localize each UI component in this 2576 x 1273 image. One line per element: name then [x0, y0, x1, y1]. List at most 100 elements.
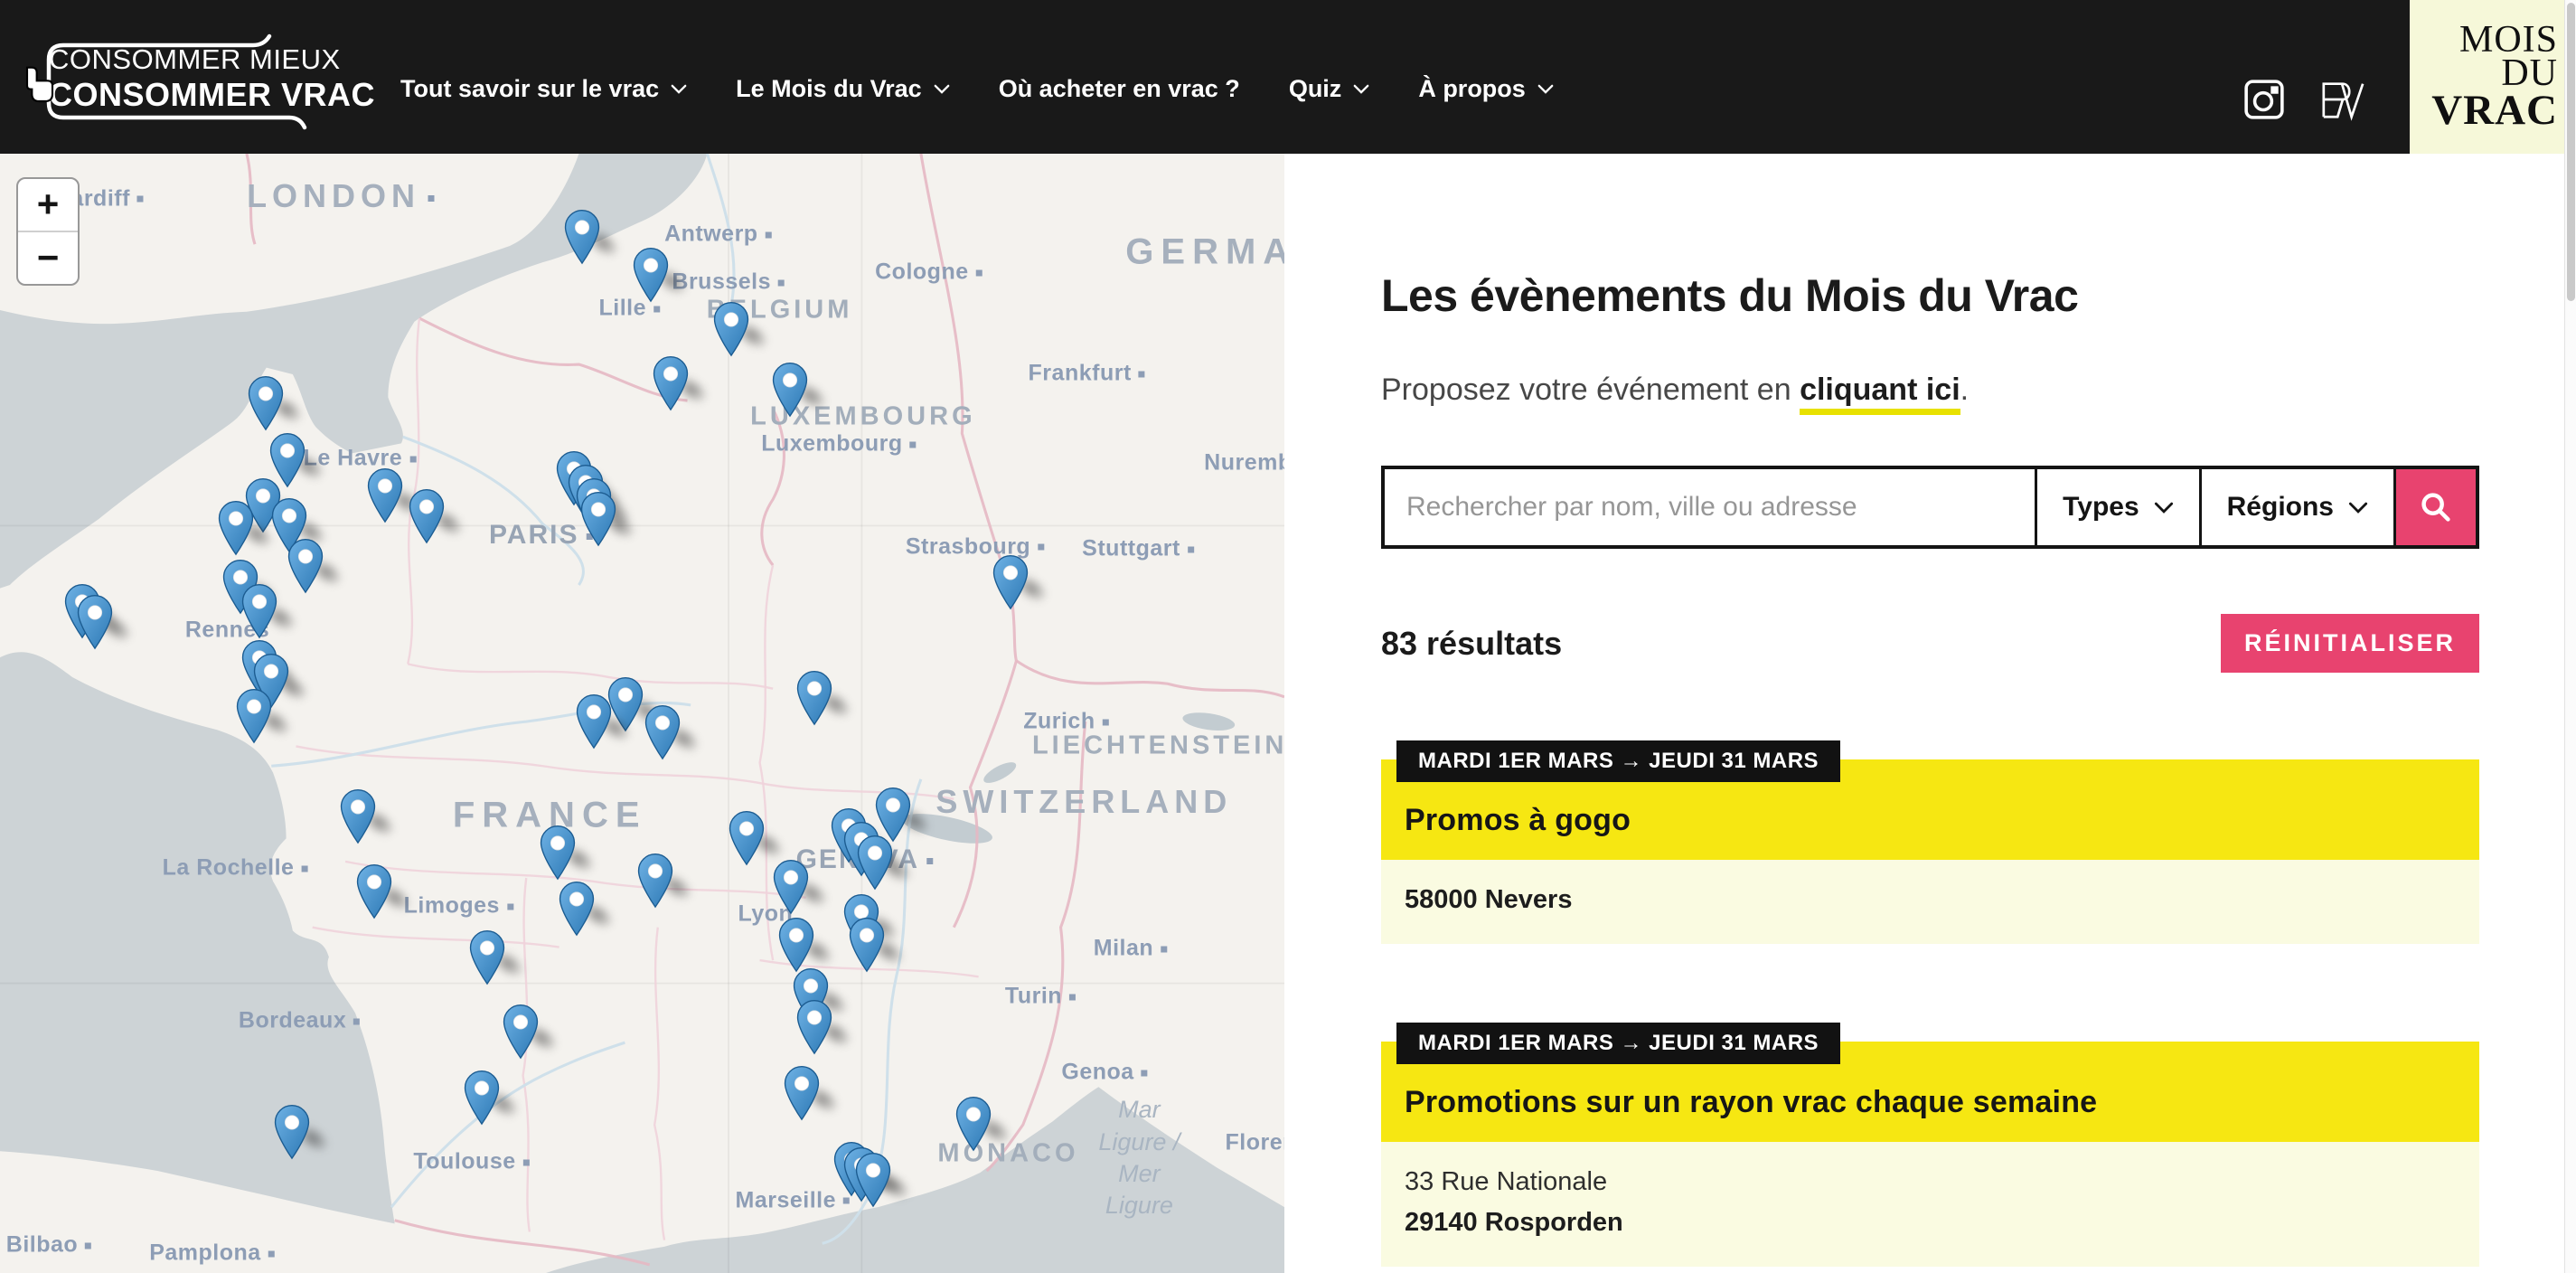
search-input[interactable]	[1385, 469, 2035, 545]
event-title: Promos à gogo	[1405, 803, 2456, 838]
nav-item-0[interactable]: Tout savoir sur le vrac	[400, 75, 687, 103]
nav-item-1[interactable]: Le Mois du Vrac	[736, 75, 950, 103]
results-row: 83 résultats RÉINITIALISER	[1381, 614, 2479, 673]
chevron-down-icon	[671, 84, 687, 94]
event-address-line: 33 Rue Nationale	[1405, 1167, 2456, 1197]
map-pin[interactable]	[540, 825, 576, 881]
page-title: Les évènements du Mois du Vrac	[1381, 269, 2479, 322]
nav-item-2[interactable]: Où acheter en vrac ?	[999, 75, 1240, 103]
map-pin[interactable]	[236, 687, 272, 743]
map-pin[interactable]	[559, 880, 595, 936]
event-card-body: 58000 Nevers	[1381, 860, 2479, 944]
propose-event-link[interactable]: cliquant ici	[1800, 372, 1960, 415]
site-logo[interactable]: CONSOMMER MIEUX CONSOMMER VRAC	[27, 25, 334, 130]
regions-dropdown-label: Régions	[2227, 492, 2334, 523]
reset-filters-button[interactable]: RÉINITIALISER	[2221, 614, 2479, 673]
map-pin[interactable]	[713, 301, 749, 357]
propose-event-suffix: .	[1960, 372, 1969, 407]
nav-item-label: Tout savoir sur le vrac	[400, 75, 659, 103]
search-submit-button[interactable]	[2393, 469, 2476, 545]
map-pin[interactable]	[469, 929, 505, 985]
mois-du-vrac-badge[interactable]: MOIS DU VRAC	[2410, 0, 2576, 154]
badge-line2: DU	[2501, 57, 2558, 90]
types-dropdown[interactable]: Types	[2035, 469, 2198, 545]
map-pin[interactable]	[729, 809, 765, 865]
mouse-cursor	[20, 65, 56, 105]
event-title: Promotions sur un rayon vrac chaque sema…	[1405, 1085, 2456, 1120]
event-date-badge: MARDI 1ER MARS → JEUDI 31 MARS	[1396, 740, 1840, 782]
logo-line2: CONSOMMER VRAC	[49, 76, 375, 114]
event-card[interactable]: MARDI 1ER MARS → JEUDI 31 MARS Promos à …	[1381, 759, 2479, 944]
map-pin[interactable]	[576, 693, 612, 750]
chevron-down-icon	[1353, 84, 1369, 94]
event-date-badge: MARDI 1ER MARS → JEUDI 31 MARS	[1396, 1023, 1840, 1064]
map-pin[interactable]	[218, 499, 254, 555]
map-pin[interactable]	[464, 1070, 500, 1126]
reseau-vrac-icon[interactable]	[2319, 78, 2366, 121]
badge-line3: VRAC	[2431, 90, 2558, 131]
map-pin[interactable]	[367, 467, 403, 523]
map-pin[interactable]	[778, 917, 814, 973]
instagram-icon[interactable]	[2243, 79, 2285, 120]
event-card-body: 33 Rue Nationale 29140 Rosporden	[1381, 1142, 2479, 1267]
map-pin[interactable]	[580, 491, 616, 547]
regions-dropdown[interactable]: Régions	[2199, 469, 2393, 545]
map-pin[interactable]	[241, 583, 277, 639]
nav-item-4[interactable]: À propos	[1418, 75, 1554, 103]
nav-item-3[interactable]: Quiz	[1289, 75, 1370, 103]
map-zoom-control: + −	[16, 177, 80, 286]
map-pin[interactable]	[287, 538, 324, 594]
events-map[interactable]: LONDONCardiffAntwerpBrusselsLilleBELGIUM…	[0, 154, 1284, 1273]
header-social-icons	[2243, 78, 2366, 121]
logo-line1: CONSOMMER MIEUX	[49, 43, 341, 76]
page-scrollbar[interactable]	[2564, 0, 2576, 1273]
map-pin[interactable]	[274, 1104, 310, 1160]
event-address-line: 29140 Rosporden	[1405, 1208, 2456, 1238]
map-pin[interactable]	[77, 593, 113, 649]
chevron-down-icon	[2154, 502, 2174, 514]
map-pin[interactable]	[796, 670, 832, 726]
zoom-out-button[interactable]: −	[18, 231, 78, 284]
map-pin[interactable]	[248, 375, 284, 431]
map-pin[interactable]	[773, 859, 809, 915]
map-pin[interactable]	[637, 852, 673, 908]
chevron-down-icon	[2348, 502, 2368, 514]
search-icon	[2419, 490, 2453, 524]
events-panel: Les évènements du Mois du Vrac Proposez …	[1284, 154, 2576, 1273]
top-navigation-bar: CONSOMMER MIEUX CONSOMMER VRAC Tout savo…	[0, 0, 2576, 154]
nav-item-label: À propos	[1418, 75, 1526, 103]
map-pin[interactable]	[564, 209, 600, 265]
map-pin[interactable]	[855, 1152, 891, 1208]
map-pin[interactable]	[784, 1065, 820, 1121]
map-pin[interactable]	[356, 863, 392, 919]
chevron-down-icon	[934, 84, 950, 94]
nav-item-label: Quiz	[1289, 75, 1342, 103]
chevron-down-icon	[1537, 84, 1554, 94]
map-pin[interactable]	[772, 362, 808, 418]
scrollbar-thumb[interactable]	[2567, 3, 2575, 301]
zoom-in-button[interactable]: +	[18, 179, 78, 231]
nav-item-label: Le Mois du Vrac	[736, 75, 922, 103]
map-pin[interactable]	[955, 1096, 992, 1152]
main-nav: Tout savoir sur le vrac Le Mois du Vrac Où…	[400, 0, 1554, 154]
search-bar: Types Régions	[1381, 466, 2479, 549]
nav-item-label: Où acheter en vrac ?	[999, 75, 1240, 103]
map-pin[interactable]	[796, 999, 832, 1055]
propose-event-prefix: Proposez votre événement en	[1381, 372, 1800, 407]
map-pin[interactable]	[340, 788, 376, 844]
map-pins-layer	[0, 154, 1284, 1273]
map-pin[interactable]	[633, 247, 669, 303]
map-pin[interactable]	[644, 704, 681, 760]
propose-event-text: Proposez votre événement en cliquant ici…	[1381, 372, 2479, 408]
map-pin[interactable]	[653, 355, 689, 411]
map-pin[interactable]	[857, 835, 893, 891]
event-card[interactable]: MARDI 1ER MARS → JEUDI 31 MARS Promotion…	[1381, 1042, 2479, 1267]
map-pin[interactable]	[503, 1004, 539, 1060]
map-pin[interactable]	[849, 917, 885, 973]
map-pin[interactable]	[409, 488, 445, 544]
event-address-line: 58000 Nevers	[1405, 885, 2456, 915]
results-count: 83 résultats	[1381, 625, 1562, 663]
map-pin[interactable]	[992, 554, 1029, 610]
page: CONSOMMER MIEUX CONSOMMER VRAC Tout savo…	[0, 0, 2576, 1273]
types-dropdown-label: Types	[2063, 492, 2139, 523]
